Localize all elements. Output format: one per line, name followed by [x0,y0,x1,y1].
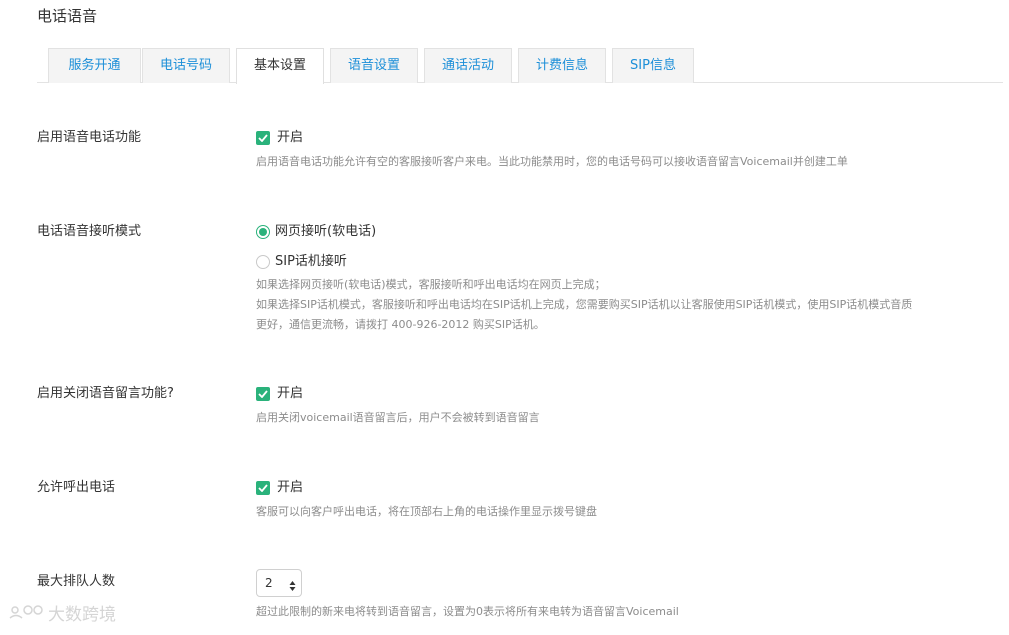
answer-mode-help-line-2: 如果选择SIP话机模式，客服接听和呼出电话均在SIP话机上完成，您需要购买SIP… [256,298,913,311]
checkbox-checked-icon[interactable] [256,387,270,401]
queue-label: 最大排队人数 [37,574,116,589]
queue-select[interactable]: 2 [256,569,302,597]
tab-voice-settings[interactable]: 语音设置 [330,48,418,83]
tab-basic-settings[interactable]: 基本设置 [236,48,324,84]
voicemail-toggle[interactable]: 开启 [256,385,303,403]
queue-help: 超过此限制的新来电将转到语音留言，设置为0表示将所有来电转为语音留言Voicem… [256,605,679,618]
voicemail-label: 启用关闭语音留言功能? [37,386,174,401]
tab-service-activation[interactable]: 服务开通 [48,48,141,83]
voicemail-help: 启用关闭voicemail语音留言后，用户不会被转到语音留言 [256,411,540,424]
settings-tabs: 服务开通 电话号码 基本设置 语音设置 通话活动 计费信息 SIP信息 [37,48,1003,84]
outbound-checkbox-label: 开启 [277,480,304,495]
watermark: 大数跨境 [8,602,116,628]
checkbox-checked-icon[interactable] [256,131,270,145]
answer-mode-option-sip-label: SIP话机接听 [275,254,347,269]
voicemail-checkbox-label: 开启 [277,386,304,401]
answer-mode-help-line-1: 如果选择网页接听(软电话)模式，客服接听和呼出电话均在网页上完成； [256,278,606,291]
watermark-logo-icon [8,602,44,628]
answer-mode-label: 电话语音接听模式 [37,224,142,239]
answer-mode-help-line-3: 更好，通信更流畅，请拨打 400-926-2012 购买SIP话机。 [256,318,545,331]
voice-enable-label: 启用语音电话功能 [37,130,142,145]
outbound-label: 允许呼出电话 [37,480,116,495]
watermark-text: 大数跨境 [48,605,116,625]
outbound-help: 客服可以向客户呼出电话，将在顶部右上角的电话操作里显示拨号键盘 [256,505,597,518]
answer-mode-option-web[interactable]: 网页接听(软电话) [256,223,376,241]
tab-phone-numbers[interactable]: 电话号码 [142,48,230,83]
tab-call-activity[interactable]: 通话活动 [424,48,512,83]
answer-mode-option-web-label: 网页接听(软电话) [275,224,377,239]
outbound-toggle[interactable]: 开启 [256,479,303,497]
voice-enable-help: 启用语音电话功能允许有空的客服接听客户来电。当此功能禁用时，您的电话号码可以接收… [256,155,848,168]
radio-unselected-icon[interactable] [256,255,270,269]
tab-billing-info[interactable]: 计费信息 [518,48,606,83]
answer-mode-option-sip[interactable]: SIP话机接听 [256,253,347,271]
voice-enable-checkbox-label: 开启 [277,130,304,145]
select-arrows-icon [289,576,296,602]
page-title: 电话语音 [37,7,98,25]
voice-enable-toggle[interactable]: 开启 [256,129,303,147]
checkbox-checked-icon[interactable] [256,481,270,495]
queue-select-value: 2 [265,576,273,590]
tab-sip-info[interactable]: SIP信息 [612,48,694,83]
radio-selected-icon[interactable] [256,225,270,239]
